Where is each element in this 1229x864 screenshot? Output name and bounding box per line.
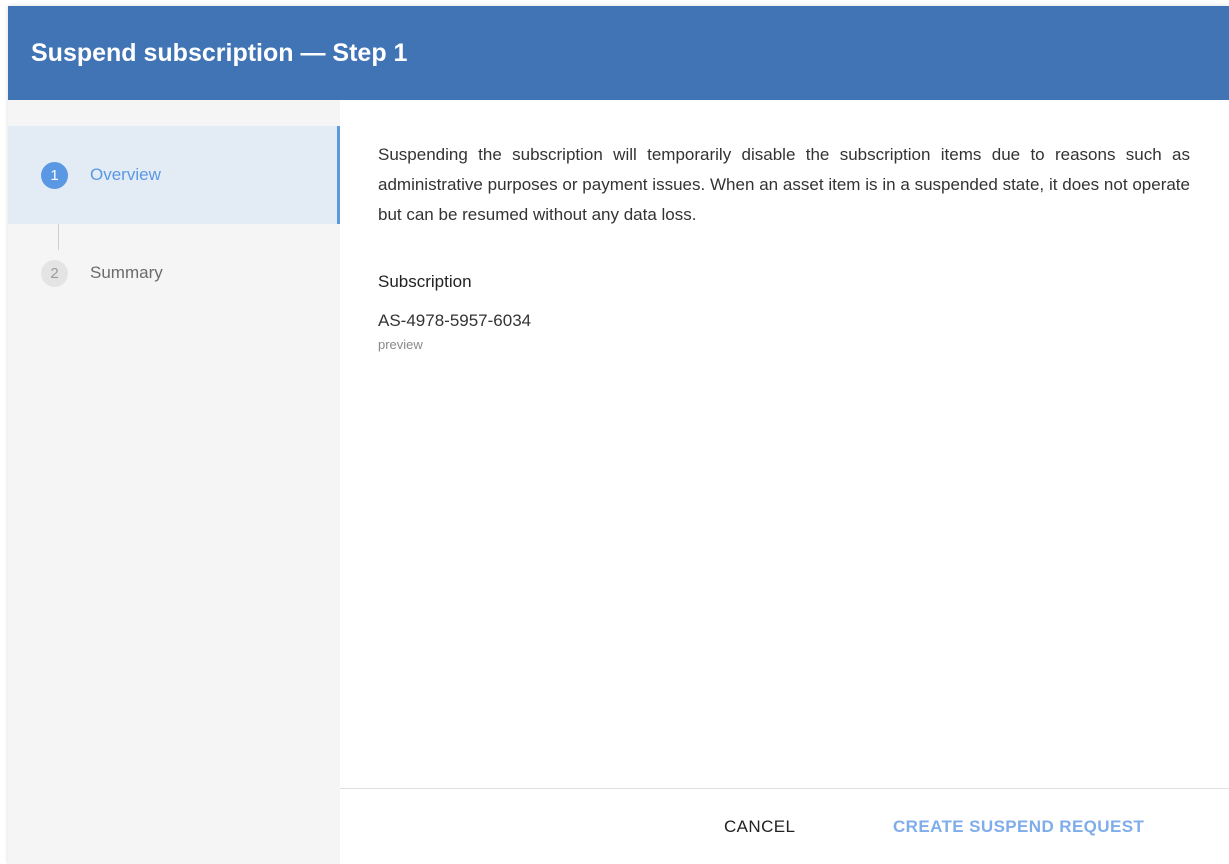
create-suspend-request-button[interactable]: CREATE SUSPEND REQUEST bbox=[885, 809, 1152, 845]
step-number-badge: 2 bbox=[41, 260, 68, 287]
subscription-label: Subscription bbox=[378, 272, 472, 291]
wizard-steps-sidebar: 1 Overview 2 Summary bbox=[8, 100, 340, 864]
cancel-button[interactable]: CANCEL bbox=[716, 809, 803, 845]
dialog-header: Suspend subscription — Step 1 bbox=[8, 6, 1229, 100]
step-summary[interactable]: 2 Summary bbox=[8, 224, 340, 322]
dialog-title: Suspend subscription — Step 1 bbox=[31, 39, 408, 67]
suspend-description: Suspending the subscription will tempora… bbox=[378, 145, 1190, 224]
subscription-id: AS-4978-5957-6034 bbox=[378, 311, 532, 330]
dialog-footer: CANCEL CREATE SUSPEND REQUEST bbox=[340, 788, 1229, 864]
step-number-badge: 1 bbox=[41, 162, 68, 189]
step-content: Suspending the subscription will tempora… bbox=[340, 100, 1229, 788]
subscription-status: preview bbox=[378, 337, 423, 352]
step-label: Overview bbox=[90, 165, 161, 184]
step-label: Summary bbox=[90, 263, 163, 282]
suspend-subscription-dialog: Suspend subscription — Step 1 1 Overview… bbox=[8, 6, 1229, 864]
step-overview[interactable]: 1 Overview bbox=[8, 126, 340, 224]
